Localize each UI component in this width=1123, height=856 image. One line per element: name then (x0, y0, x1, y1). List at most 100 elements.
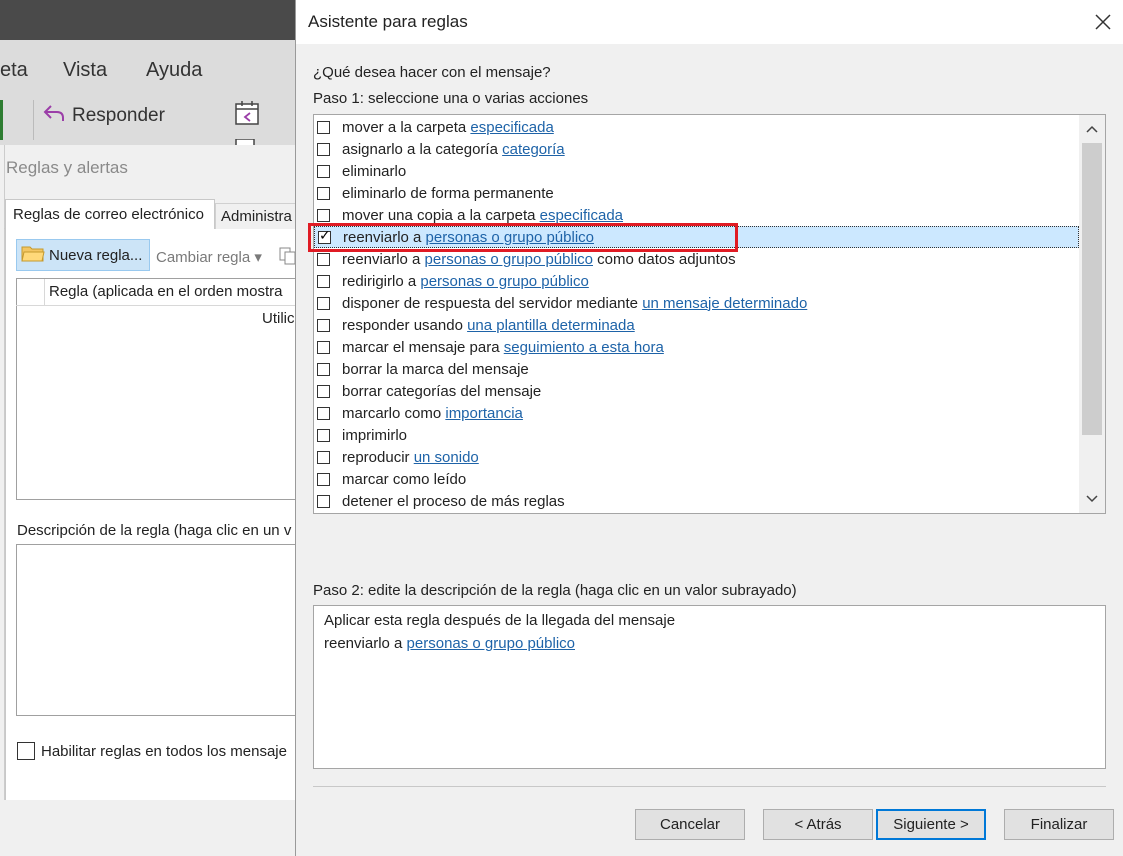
step1-label: Paso 1: seleccione una o varias acciones (313, 90, 589, 107)
enable-rules-checkbox[interactable] (17, 742, 35, 760)
action-label: borrar la marca del mensaje (342, 360, 529, 378)
action-label: reenviarlo a (343, 228, 426, 246)
enable-rules-row[interactable]: Habilitar reglas en todos los mensaje (17, 742, 287, 760)
column-divider (44, 279, 45, 305)
action-item[interactable]: borrar categorías del mensaje (314, 380, 1079, 402)
checkmark-icon: ✓ (319, 226, 331, 243)
rule-description-editor[interactable]: Aplicar esta regla después de la llegada… (313, 605, 1106, 769)
action-value-link[interactable]: categoría (502, 141, 565, 158)
description-line-2: reenviarlo a personas o grupo público (324, 635, 575, 652)
menu-item-vista[interactable]: Vista (63, 59, 107, 82)
rule-description-box[interactable] (16, 544, 306, 716)
action-value-link[interactable]: personas o grupo público (420, 273, 588, 290)
rules-list-item[interactable]: Utilic (262, 310, 295, 327)
action-value-link[interactable]: un mensaje determinado (642, 295, 807, 312)
action-label: mover una copia a la carpeta (342, 206, 540, 224)
description-recipients-link[interactable]: personas o grupo público (407, 635, 575, 652)
scroll-up-icon[interactable] (1079, 117, 1105, 141)
action-item[interactable]: asignarlo a la categoría categoría (314, 138, 1079, 160)
menu-item-ayuda[interactable]: Ayuda (146, 59, 202, 82)
reply-icon (42, 103, 66, 129)
action-checkbox[interactable] (317, 296, 330, 310)
scroll-thumb[interactable] (1082, 143, 1102, 435)
action-item[interactable]: marcar el mensaje para seguimiento a est… (314, 336, 1079, 358)
action-item[interactable]: marcarlo como importancia (314, 402, 1079, 424)
action-value-link[interactable]: personas o grupo público (426, 229, 594, 246)
action-item[interactable]: reproducir un sonido (314, 446, 1079, 468)
next-button[interactable]: Siguiente > (876, 809, 986, 840)
enable-rules-label: Habilitar reglas en todos los mensaje (41, 742, 287, 760)
action-label: marcar como leído (342, 470, 467, 488)
rules-list-header: Regla (aplicada en el orden mostra (16, 279, 300, 306)
menu-item-archivo[interactable]: eta (0, 59, 28, 82)
cancel-button[interactable]: Cancelar (635, 809, 745, 840)
rule-column-header[interactable]: Regla (aplicada en el orden mostra (49, 279, 282, 305)
action-checkbox[interactable] (317, 274, 330, 288)
action-item[interactable]: ✓ reenviarlo a personas o grupo público (314, 226, 1079, 248)
action-checkbox[interactable] (317, 252, 330, 266)
actions-scrollbar[interactable] (1079, 115, 1105, 513)
action-checkbox[interactable] (317, 120, 330, 134)
action-value-link[interactable]: seguimiento a esta hora (504, 339, 664, 356)
new-rule-button[interactable]: Nueva regla... (16, 239, 150, 271)
action-value-link[interactable]: personas o grupo público (425, 251, 593, 268)
back-button[interactable]: < Atrás (763, 809, 873, 840)
action-item[interactable]: detener el proceso de más reglas (314, 490, 1079, 512)
action-value-link[interactable]: importancia (445, 405, 523, 422)
calendar-reply-icon[interactable] (234, 100, 260, 131)
action-label: marcarlo como (342, 404, 446, 422)
action-item[interactable]: marcar como leído (314, 468, 1079, 490)
action-checkbox[interactable] (317, 384, 330, 398)
action-item[interactable]: borrar la marca del mensaje (314, 358, 1079, 380)
action-checkbox[interactable]: ✓ (318, 226, 331, 244)
action-label: reproducir (342, 448, 414, 466)
action-label: responder usando (342, 316, 468, 334)
reply-button[interactable]: Responder (42, 103, 165, 129)
action-item[interactable]: mover a la carpeta especificada (314, 116, 1079, 138)
action-checkbox[interactable] (317, 362, 330, 376)
action-checkbox[interactable] (317, 142, 330, 156)
folder-icon (21, 243, 45, 267)
action-value-link[interactable]: especificada (470, 119, 553, 136)
finish-button[interactable]: Finalizar (1004, 809, 1114, 840)
action-value-link[interactable]: un sonido (414, 449, 479, 466)
actions-list[interactable]: mover a la carpeta especificada asignarlo… (313, 114, 1106, 514)
action-item[interactable]: responder usando una plantilla determina… (314, 314, 1079, 336)
question-label: ¿Qué desea hacer con el mensaje? (313, 64, 551, 81)
outlook-title-strip (0, 0, 300, 40)
rules-wizard-dialog: Asistente para reglas ¿Qué desea hacer c… (295, 0, 1123, 856)
action-checkbox[interactable] (317, 494, 330, 508)
action-checkbox[interactable] (317, 340, 330, 354)
action-checkbox[interactable] (317, 318, 330, 332)
action-item[interactable]: imprimirlo (314, 424, 1079, 446)
action-item[interactable]: reenviarlo a personas o grupo público co… (314, 248, 1079, 270)
tab-email-rules[interactable]: Reglas de correo electrónico (5, 199, 215, 229)
action-checkbox[interactable] (317, 450, 330, 464)
change-rule-button[interactable]: Cambiar regla ▾ (156, 248, 262, 266)
action-checkbox[interactable] (317, 186, 330, 200)
action-checkbox[interactable] (317, 208, 330, 222)
action-value-link[interactable]: una plantilla determinada (467, 317, 635, 334)
action-item[interactable]: eliminarlo de forma permanente (314, 182, 1079, 204)
close-icon[interactable] (1091, 10, 1115, 34)
rule-description-label: Descripción de la regla (haga clic en un… (17, 522, 292, 539)
action-checkbox[interactable] (317, 428, 330, 442)
step2-label: Paso 2: edite la descripción de la regla… (313, 582, 797, 599)
action-item[interactable]: disponer de respuesta del servidor media… (314, 292, 1079, 314)
action-item[interactable]: redirigirlo a personas o grupo público (314, 270, 1079, 292)
action-item[interactable]: mover una copia a la carpeta especificad… (314, 204, 1079, 226)
dialog-title-bar: Asistente para reglas (296, 0, 1123, 44)
action-label: eliminarlo (342, 162, 407, 180)
action-label: asignarlo a la categoría (342, 140, 503, 158)
reply-label: Responder (72, 105, 165, 126)
action-checkbox[interactable] (317, 406, 330, 420)
action-checkbox[interactable] (317, 164, 330, 178)
ribbon-divider (33, 100, 34, 140)
scroll-down-icon[interactable] (1079, 487, 1105, 511)
action-checkbox[interactable] (317, 472, 330, 486)
action-value-link[interactable]: especificada (540, 207, 623, 224)
tab-manage-alerts[interactable]: Administra (215, 203, 305, 229)
action-item[interactable]: eliminarlo (314, 160, 1079, 182)
dropdown-arrow-icon: ▾ (254, 249, 262, 266)
action-label: marcar el mensaje para (342, 338, 504, 356)
